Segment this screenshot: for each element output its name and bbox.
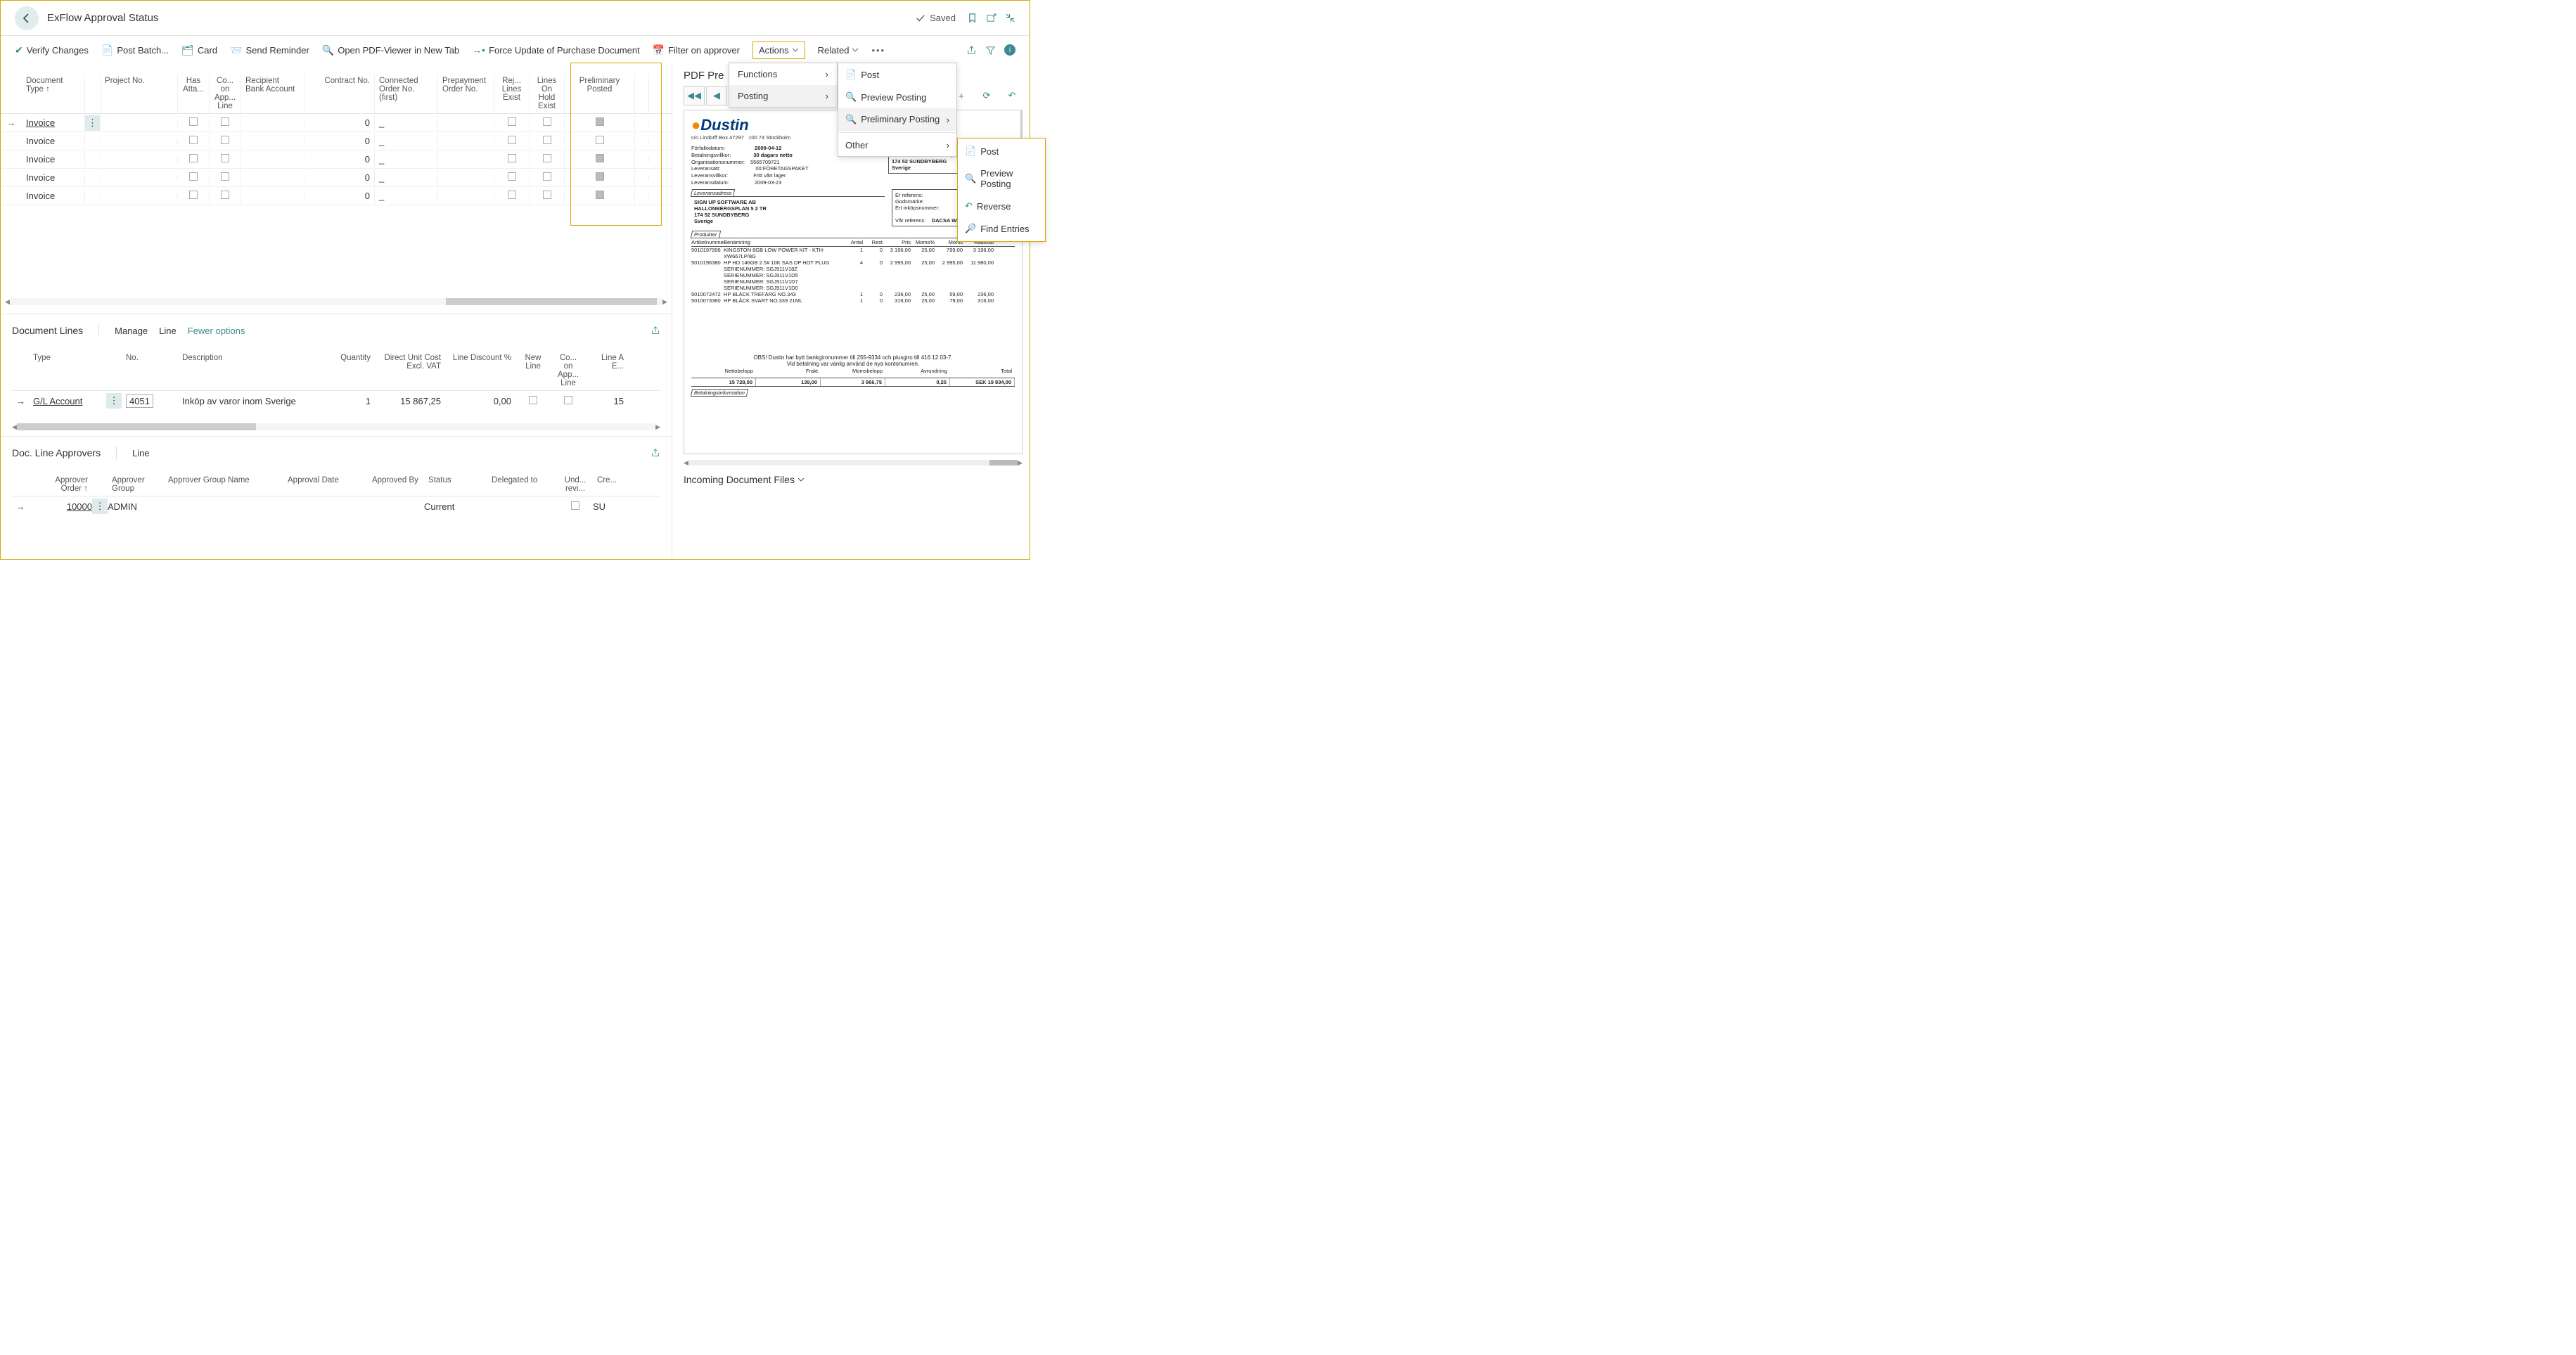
popout-icon[interactable] (986, 13, 997, 23)
doclines-hscroll[interactable]: ◀ ▶ (12, 422, 660, 432)
menu2-reverse[interactable]: ↶Reverse (958, 195, 1045, 217)
pdf-hscroll[interactable]: ◀ ▶ (684, 458, 1023, 467)
doclines-fewer[interactable]: Fewer options (188, 326, 245, 336)
post-batch-button[interactable]: 📄Post Batch... (101, 44, 169, 56)
info-icon[interactable]: i (1004, 44, 1015, 56)
docline-row[interactable]: → G/L Account ⋮ 4051 Inköp av varor inom… (12, 391, 660, 411)
share-icon[interactable] (966, 45, 977, 56)
row-actions[interactable] (85, 175, 101, 181)
approver-row[interactable]: → 10000 ⋮ ADMIN Current SU (12, 496, 660, 516)
force-update-button[interactable]: →•Force Update of Purchase Document (472, 44, 640, 56)
menu-functions[interactable]: Functions› (729, 63, 837, 85)
menu-preliminary-posting[interactable]: 🔍Preliminary Posting› (838, 108, 956, 131)
menu2-find[interactable]: 🔎Find Entries (958, 217, 1045, 240)
approvers-header: Approver Order ↑ Approver Group Approver… (12, 463, 660, 496)
doclines-line[interactable]: Line (159, 326, 177, 336)
incoming-doc-files[interactable]: Incoming Document Files (684, 474, 1023, 485)
menu-preview-posting[interactable]: 🔍Preview Posting (838, 86, 956, 108)
row-actions[interactable] (85, 157, 101, 162)
approver-row-actions[interactable]: ⋮ (92, 499, 108, 514)
menu2-preview[interactable]: 🔍Preview Posting (958, 162, 1045, 195)
doclines-share-icon[interactable] (651, 326, 660, 335)
actions-dropdown-button[interactable]: Actions (752, 41, 805, 59)
docline-newline-checkbox[interactable] (529, 396, 537, 404)
grid-row[interactable]: Invoice 0 _ (1, 169, 672, 187)
grid-row[interactable]: → Invoice ⋮ 0 _ (1, 114, 672, 132)
verify-changes-button[interactable]: ✔Verify Changes (15, 44, 89, 56)
card-button[interactable]: 🗂Card (181, 44, 217, 56)
approvers-share-icon[interactable] (651, 448, 660, 458)
document-lines-title: Document Lines (12, 325, 83, 336)
collapse-icon[interactable] (1005, 13, 1015, 23)
pdf-undo[interactable]: ↶ (1001, 86, 1023, 105)
menu-post[interactable]: 📄Post (838, 63, 956, 86)
page-title: ExFlow Approval Status (47, 12, 158, 24)
posting-submenu: 📄Post 🔍Preview Posting 🔍Preliminary Post… (838, 63, 957, 157)
doclines-manage[interactable]: Manage (115, 326, 148, 336)
docline-coon-checkbox[interactable] (564, 396, 572, 404)
more-actions-button[interactable]: ••• (871, 45, 885, 56)
open-pdf-button[interactable]: 🔍Open PDF-Viewer in New Tab (322, 44, 459, 56)
grid-row[interactable]: Invoice 0 _ (1, 150, 672, 169)
actions-menu: Functions› Posting› (729, 63, 838, 108)
filter-approver-button[interactable]: 📅Filter on approver (653, 44, 740, 56)
menu-posting[interactable]: Posting› (729, 85, 837, 107)
pdf-prev-page[interactable]: ◀ (706, 86, 727, 105)
grid-hscroll[interactable]: ◀ ▶ (1, 297, 672, 307)
grid-header: Document Type ↑ Project No. Has Atta... … (1, 64, 672, 114)
row-actions[interactable]: ⋮ (85, 115, 101, 131)
bookmark-icon[interactable] (967, 13, 978, 23)
approvers-line[interactable]: Line (132, 448, 150, 458)
saved-status: Saved (916, 13, 956, 23)
grid-row[interactable]: Invoice 0 _ (1, 132, 672, 150)
approver-und-checkbox[interactable] (571, 501, 579, 510)
approvers-title: Doc. Line Approvers (12, 447, 101, 458)
menu-other[interactable]: Other› (838, 134, 956, 156)
docline-row-actions[interactable]: ⋮ (106, 393, 122, 409)
grid-row[interactable]: Invoice 0 _ (1, 187, 672, 205)
send-reminder-button[interactable]: 📨Send Reminder (230, 44, 309, 56)
row-actions[interactable] (85, 139, 101, 144)
preliminary-submenu: 📄Post 🔍Preview Posting ↶Reverse 🔎Find En… (957, 138, 1046, 242)
pdf-first-page[interactable]: ◀◀ (684, 86, 705, 105)
menu2-post[interactable]: 📄Post (958, 140, 1045, 162)
filter-icon[interactable] (985, 45, 996, 56)
related-dropdown-button[interactable]: Related (818, 45, 859, 56)
row-actions[interactable] (85, 193, 101, 199)
doclines-header: Type No. Description Quantity Direct Uni… (12, 341, 660, 391)
back-button[interactable] (15, 6, 39, 30)
pdf-refresh[interactable]: ⟳ (976, 86, 997, 105)
